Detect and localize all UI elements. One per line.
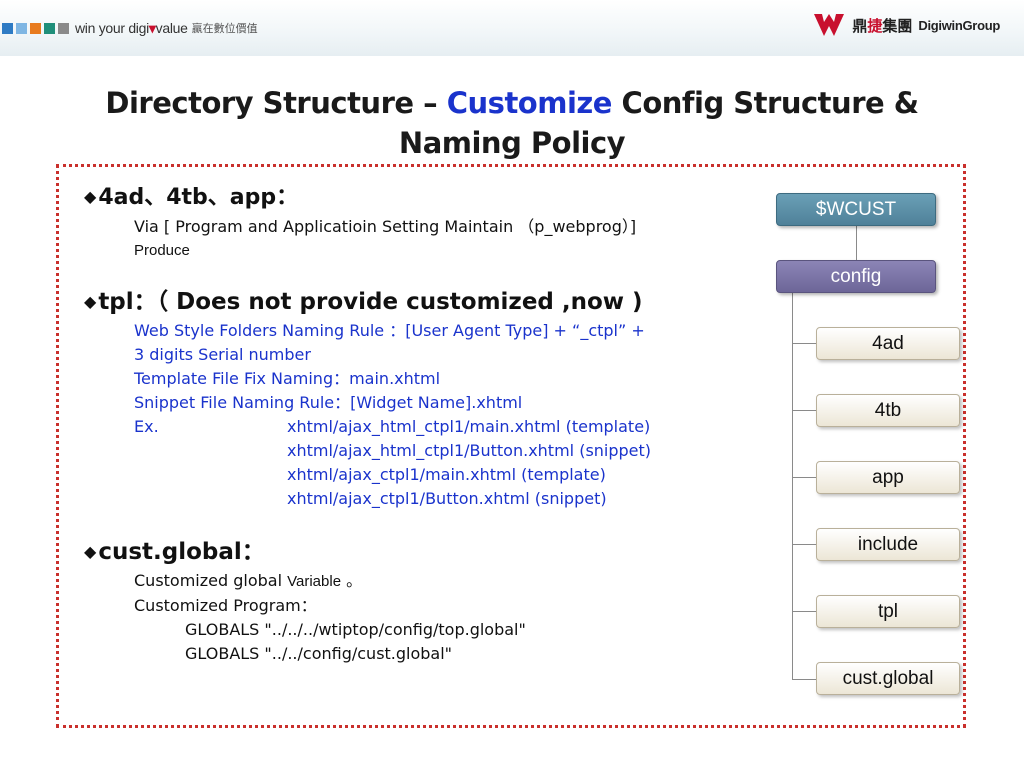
- tree-connector: [792, 544, 816, 545]
- title-line-2: Naming Policy: [398, 126, 626, 160]
- tree-connector: [792, 343, 816, 344]
- color-square: [58, 22, 69, 34]
- tpl-rule-4: Snippet File Naming Rule：[Widget Name].x…: [134, 393, 523, 412]
- example-path: xhtml/ajax_ctpl1/main.xhtml (template): [287, 465, 606, 484]
- section-cust-global-heading: ◆cust.global：: [84, 535, 764, 569]
- tree-node-4ad: 4ad: [816, 327, 960, 360]
- globals-line: GLOBALS "../../../wtiptop/config/top.glo…: [185, 620, 526, 639]
- globals-line: GLOBALS "../../config/cust.global": [185, 644, 453, 663]
- color-square: [30, 22, 41, 34]
- tree-node-config: config: [776, 260, 936, 293]
- tree-connector: [792, 477, 816, 478]
- tree-connector: [792, 410, 816, 411]
- tree-connector: [792, 679, 816, 680]
- diamond-bullet-icon: ◆: [84, 292, 97, 311]
- tree-node-include: include: [816, 528, 960, 561]
- section-4ad-heading: ◆4ad、4tb、app：: [84, 180, 764, 215]
- company-logo: 鼎捷集團 DigiwinGroup: [812, 8, 1000, 42]
- section-4ad-line1: Via [ Program and Applicatioin Setting M…: [134, 217, 637, 236]
- tpl-rule-3: Template File Fix Naming：main.xhtml: [134, 369, 441, 388]
- tree-node-cust-global: cust.global: [816, 662, 960, 695]
- cust-global-line1: Customized global Variable 。: [84, 569, 764, 594]
- example-label: Ex.: [134, 417, 159, 436]
- color-square: [2, 22, 13, 34]
- logo-cn-part2: 捷: [867, 16, 883, 35]
- title-part1: Directory Structure –: [105, 86, 447, 120]
- section-heading-text: cust.global：: [98, 539, 265, 565]
- tree-node-wcust: $WCUST: [776, 193, 936, 226]
- slogan: win your digi▾value: [75, 20, 188, 37]
- slogan-part2: value: [155, 19, 188, 36]
- cust-global-line2: Customized Program：: [134, 596, 317, 615]
- tree-node-tpl: tpl: [816, 595, 960, 628]
- tree-connector: [792, 611, 816, 612]
- title-accent: Customize: [446, 86, 613, 120]
- diamond-bullet-icon: ◆: [84, 542, 97, 561]
- tpl-rule-1: Web Style Folders Naming Rule ：[User Age…: [134, 321, 645, 340]
- slide-title: Directory Structure – Customize Config S…: [60, 83, 964, 163]
- tpl-example-row: Ex. xhtml/ajax_html_ctpl1/main.xhtml (tem…: [84, 415, 764, 439]
- tpl-rule-2: 3 digits Serial number: [134, 345, 311, 364]
- slogan-part1: win your digi: [75, 19, 149, 36]
- slogan-cn: 贏在數位價值: [191, 22, 258, 35]
- section-tpl-heading: ◆tpl：（ Does not provide customized ,now …: [84, 285, 764, 319]
- tree-connector: [856, 226, 857, 262]
- cust-line1b: Variable: [287, 573, 342, 590]
- slogan-area: win your digi▾value 贏在數位價值: [0, 0, 258, 56]
- example-path: xhtml/ajax_html_ctpl1/Button.xhtml (snip…: [287, 441, 652, 460]
- logo-en: DigiwinGroup: [918, 17, 1000, 33]
- section-heading-text: 4ad、4tb、app：: [98, 185, 299, 210]
- tree-connector: [792, 292, 793, 680]
- cust-line1c: 。: [341, 571, 363, 590]
- example-path: xhtml/ajax_html_ctpl1/main.xhtml (templa…: [287, 417, 651, 436]
- content-text: ◆4ad、4tb、app： Via [ Program and Applicat…: [84, 180, 764, 666]
- slogan-v-mark: ▾: [148, 19, 156, 36]
- tree-node-4tb: 4tb: [816, 394, 960, 427]
- color-square: [16, 22, 27, 34]
- title-part2: Config Structure &: [611, 86, 920, 120]
- title-line-1: Directory Structure – Customize Config S…: [60, 83, 964, 123]
- color-squares: [2, 22, 69, 34]
- logo-cn-part3: 集團: [882, 16, 913, 35]
- tree-node-app: app: [816, 461, 960, 494]
- section-heading-text: tpl：（ Does not provide customized ,now ): [98, 289, 643, 315]
- example-path: xhtml/ajax_ctpl1/Button.xhtml (snippet): [287, 489, 607, 508]
- color-square: [44, 22, 55, 34]
- diamond-bullet-icon: ◆: [84, 187, 97, 206]
- logo-cn: 鼎捷集團: [852, 15, 912, 36]
- logo-cn-part1: 鼎: [852, 16, 868, 35]
- digiwin-logo-icon: [814, 14, 845, 36]
- cust-line1a: Customized global: [134, 571, 288, 590]
- section-4ad-line2: Produce: [134, 242, 190, 259]
